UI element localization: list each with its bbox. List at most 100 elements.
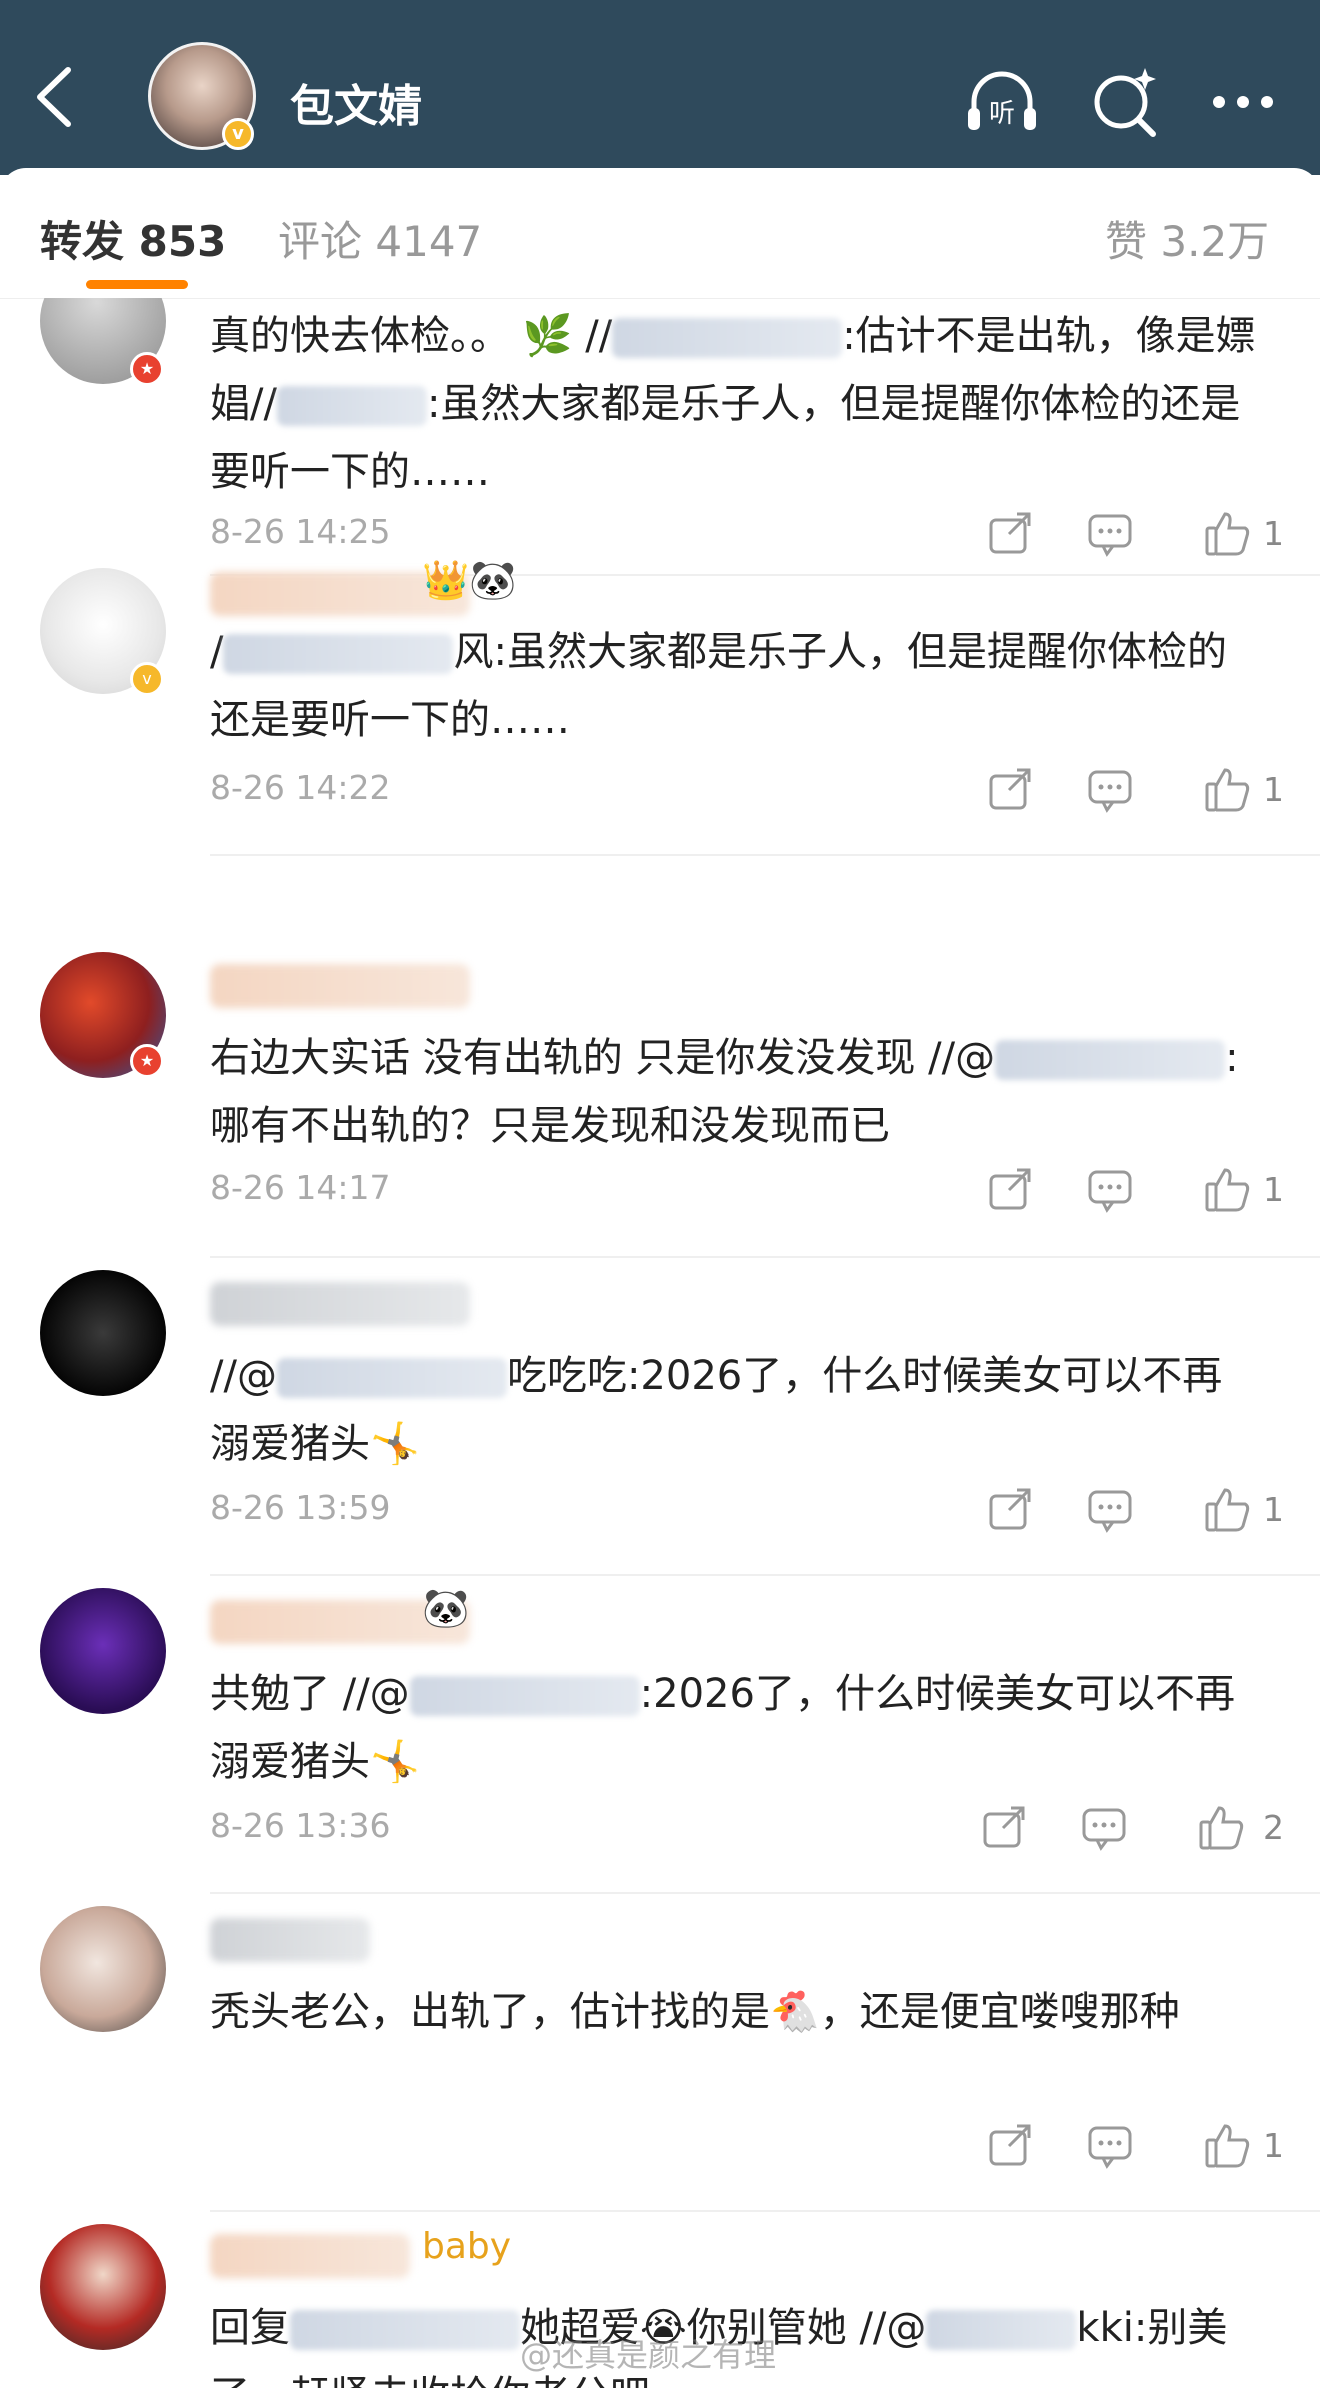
blurred-username <box>210 1282 470 1326</box>
tab-bar: 转发 853 评论 4147 赞 3.2万 <box>0 168 1320 299</box>
comment-button[interactable] <box>1085 508 1135 558</box>
list-item: v 👑🐼 / 风:虽然大家都是乐子人，但是提醒你体检的还是要听一下的…… 8-26… <box>0 558 1320 936</box>
share-icon <box>989 512 1031 554</box>
tab-comments[interactable]: 评论 4147 <box>278 208 482 269</box>
blurred-username <box>290 2310 520 2350</box>
comment-text: 真的快去体检。。 🌿 //:估计不是出轨，像是嫖娼//:虽然大家都是乐子人，但是… <box>210 313 1256 495</box>
blurred-username <box>612 318 843 358</box>
avatar[interactable] <box>40 1906 166 2032</box>
blurred-username <box>926 2310 1077 2350</box>
thumbs-up-icon <box>1199 1806 1244 1850</box>
comment-button[interactable] <box>1085 2120 1135 2170</box>
list-item: //@ 吃吃吃:2026了，什么时候美女可以不再溺爱猪头🤸 8-26 13:59 … <box>0 1256 1320 1576</box>
avatar[interactable] <box>40 2224 166 2350</box>
comment-actions: 2 <box>983 1802 1285 1856</box>
comment-button[interactable] <box>1079 1802 1129 1852</box>
comment-icon <box>1088 514 1132 557</box>
like-button[interactable] <box>1203 1484 1253 1534</box>
comment-icon <box>1088 1170 1132 1213</box>
tab-comments-label: 评论 <box>278 217 363 266</box>
repost-button[interactable] <box>985 508 1035 558</box>
like-button[interactable] <box>1203 2120 1253 2170</box>
tab-repost[interactable]: 转发 853 <box>40 208 226 269</box>
user-emblem-icons: 👑🐼 <box>422 558 517 602</box>
user-name-suffix: baby <box>422 2226 512 2267</box>
like-count: 1 <box>1263 1170 1284 1209</box>
comment-button[interactable] <box>1085 764 1135 814</box>
verified-badge: v <box>222 118 254 150</box>
back-button[interactable] <box>30 62 80 132</box>
timestamp: 8-26 14:25 <box>210 512 391 551</box>
repost-button[interactable] <box>979 1802 1029 1852</box>
thumbs-up-icon <box>1205 1488 1250 1532</box>
comment-text: 共勉了 //@:2026了，什么时候美女可以不再溺爱猪头🤸 <box>210 1671 1235 1785</box>
comment-text: //@ 吃吃吃:2026了，什么时候美女可以不再溺爱猪头🤸 <box>210 1353 1223 1467</box>
comment-actions: 1 <box>985 764 1285 818</box>
comment-icon <box>1088 2126 1132 2169</box>
headphones-listen-icon: 听 <box>968 71 1036 130</box>
comment-actions: 1 <box>985 508 1285 562</box>
search-button[interactable] <box>1085 62 1165 142</box>
like-count: 1 <box>1263 1490 1284 1529</box>
thumbs-up-icon <box>1205 512 1250 556</box>
list-item: 秃头老公，出轨了，估计找的是🐔，还是便宜喽嗖那种 1 <box>0 1892 1320 2212</box>
listen-button[interactable]: 听 <box>962 62 1042 142</box>
blurred-username <box>995 1040 1226 1080</box>
timestamp: 8-26 14:17 <box>210 1168 391 1207</box>
comment-actions: 1 <box>985 1164 1285 1218</box>
repost-button[interactable] <box>985 1164 1035 1214</box>
divider <box>210 854 1320 856</box>
like-button[interactable] <box>1203 764 1253 814</box>
repost-button[interactable] <box>985 764 1035 814</box>
comment-actions: 1 <box>985 2120 1285 2174</box>
comment-icon <box>1082 1808 1126 1851</box>
list-item: ★ 右边大实话 没有出轨的 只是你发没发现 //@:哪有不出轨的？只是发现和没发… <box>0 938 1320 1258</box>
tab-repost-label: 转发 <box>40 217 125 266</box>
member-badge: ★ <box>130 352 164 386</box>
like-button[interactable] <box>1197 1802 1247 1852</box>
top-bar: v 包文婧 听 <box>0 0 1320 175</box>
member-badge: ★ <box>130 1044 164 1078</box>
repost-button[interactable] <box>985 1484 1035 1534</box>
active-tab-indicator <box>86 280 188 289</box>
share-icon <box>989 768 1031 810</box>
thumbs-up-icon <box>1205 1168 1250 1212</box>
blurred-username <box>210 1918 370 1962</box>
comment-text: 秃头老公，出轨了，估计找的是🐔，还是便宜喽嗖那种 <box>210 1989 1180 2035</box>
avatar[interactable] <box>40 1588 166 1714</box>
comment-actions: 1 <box>985 1484 1285 1538</box>
blurred-username <box>276 386 427 426</box>
comment-text: / 风:虽然大家都是乐子人，但是提醒你体检的还是要听一下的…… <box>210 629 1227 743</box>
tab-likes-count: 3.2万 <box>1160 217 1270 266</box>
share-icon <box>989 2124 1031 2166</box>
list-item: ★ 真的快去体检。。 🌿 //:估计不是出轨，像是嫖娼//:虽然大家都是乐子人，… <box>0 298 1320 576</box>
watermark: @还真是颜之有理 <box>520 2336 777 2374</box>
comment-button[interactable] <box>1085 1484 1135 1534</box>
like-button[interactable] <box>1203 508 1253 558</box>
tab-comments-count: 4147 <box>375 217 483 266</box>
blurred-username <box>210 2234 410 2278</box>
comment-icon <box>1088 770 1132 813</box>
verified-badge: v <box>130 662 164 696</box>
comment-button[interactable] <box>1085 1164 1135 1214</box>
thumbs-up-icon <box>1205 768 1250 812</box>
blurred-username <box>409 1676 640 1716</box>
avatar[interactable] <box>40 1270 166 1396</box>
repost-button[interactable] <box>985 2120 1035 2170</box>
like-count: 1 <box>1263 514 1284 553</box>
share-icon <box>983 1806 1025 1848</box>
user-emblem-icons: 🐼 <box>422 1586 470 1630</box>
like-button[interactable] <box>1203 1164 1253 1214</box>
thumbs-up-icon <box>1205 2124 1250 2168</box>
search-sparkle-icon <box>1094 68 1156 137</box>
chevron-left-icon <box>37 67 71 127</box>
blurred-username <box>223 634 454 674</box>
tab-repost-count: 853 <box>138 217 227 266</box>
more-button[interactable] <box>1203 62 1283 142</box>
blurred-username <box>276 1358 507 1398</box>
like-count: 1 <box>1263 770 1284 809</box>
profile-name[interactable]: 包文婧 <box>290 70 422 134</box>
tab-likes[interactable]: 赞 3.2万 <box>1105 208 1269 269</box>
timestamp: 8-26 14:22 <box>210 768 391 807</box>
like-count: 1 <box>1263 2126 1284 2165</box>
